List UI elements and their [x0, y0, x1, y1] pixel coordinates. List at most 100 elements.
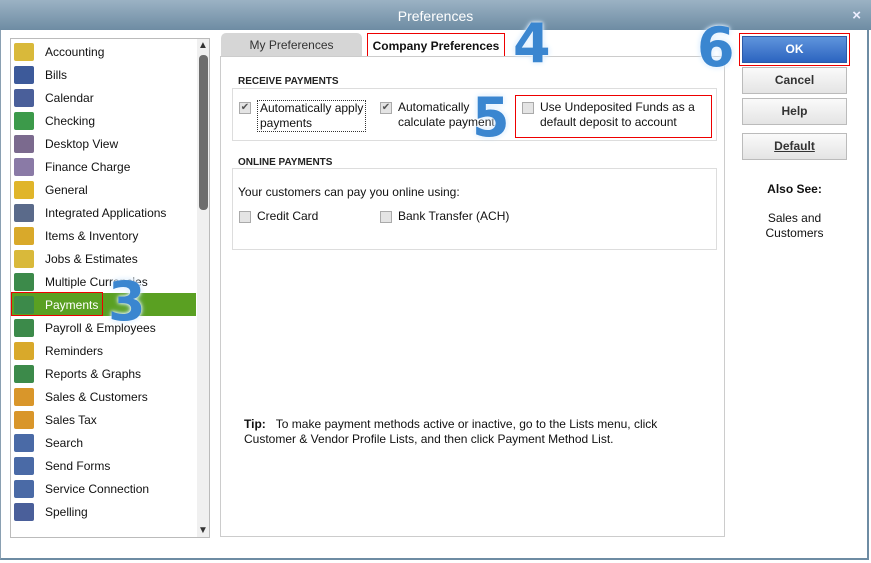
- sidebar-item-label: Items & Inventory: [45, 228, 139, 243]
- help-button[interactable]: Help: [742, 98, 847, 125]
- sidebar-item-label: Service Connection: [45, 481, 150, 496]
- auto-apply-checkbox[interactable]: ✔ Automatically apply payments: [239, 100, 367, 132]
- scroll-down-icon[interactable]: ▼: [198, 525, 208, 536]
- bank-transfer-label: Bank Transfer (ACH): [398, 209, 510, 223]
- scroll-thumb[interactable]: [199, 55, 208, 210]
- annotation-5: 5: [472, 86, 510, 149]
- bank-transfer-checkbox[interactable]: Bank Transfer (ACH): [380, 209, 509, 224]
- tip-line1: To make payment methods active or inacti…: [275, 417, 658, 431]
- send-forms-icon: [14, 456, 34, 475]
- sidebar-item[interactable]: Reminders: [11, 339, 196, 362]
- sidebar-item-label: Spelling: [45, 504, 88, 519]
- sidebar-item[interactable]: Accounting: [11, 40, 196, 63]
- sales-customers-icon: [14, 387, 34, 406]
- tab-my-preferences[interactable]: My Preferences: [221, 33, 362, 57]
- cancel-button[interactable]: Cancel: [742, 67, 847, 94]
- sidebar-item[interactable]: Search: [11, 431, 196, 454]
- checkmark-icon: ✔: [380, 102, 392, 114]
- general-icon: [14, 180, 34, 199]
- sidebar-item[interactable]: Reports & Graphs: [11, 362, 196, 385]
- credit-card-label: Credit Card: [257, 209, 319, 223]
- sidebar-item-label: Bills: [45, 67, 68, 82]
- sidebar-item[interactable]: Spelling: [11, 500, 196, 523]
- auto-apply-label2: payments: [260, 116, 313, 130]
- multiple-currencies-icon: [14, 272, 34, 291]
- default-button[interactable]: Default: [742, 133, 847, 160]
- calendar-icon: [14, 88, 34, 107]
- receive-payments-title: RECEIVE PAYMENTS: [235, 76, 342, 87]
- reports-graphs-icon: [14, 364, 34, 383]
- link-line1: Sales and: [767, 211, 822, 225]
- credit-card-checkbox[interactable]: Credit Card: [239, 209, 318, 224]
- also-see-title: Also See:: [767, 182, 822, 196]
- title-bar: Preferences ×: [0, 0, 871, 30]
- sidebar-item[interactable]: Multiple Currencies: [11, 270, 196, 293]
- sidebar-item[interactable]: Integrated Applications: [11, 201, 196, 224]
- sidebar-item[interactable]: Calendar: [11, 86, 196, 109]
- checkbox-box: [239, 211, 251, 223]
- annotation-6: 6: [697, 16, 735, 79]
- sidebar-item-label: Sales & Customers: [45, 389, 148, 404]
- sidebar-item[interactable]: Payroll & Employees: [11, 316, 196, 339]
- tip-label: Tip:: [244, 417, 266, 431]
- sidebar-item-label: Accounting: [45, 44, 105, 59]
- tip-line2: Customer & Vendor Profile Lists, and the…: [244, 432, 614, 446]
- sidebar-item-label: Desktop View: [45, 136, 119, 151]
- finance-charge-icon: [14, 157, 34, 176]
- sidebar-item[interactable]: Desktop View: [11, 132, 196, 155]
- sidebar-item-label: Calendar: [45, 90, 94, 105]
- tip-text: Tip: To make payment methods active or i…: [244, 417, 657, 447]
- sidebar-item[interactable]: Jobs & Estimates: [11, 247, 196, 270]
- sidebar-item-label: Finance Charge: [45, 159, 131, 174]
- window-title: Preferences: [397, 8, 474, 24]
- payroll-employees-icon: [14, 318, 34, 337]
- sidebar-item-label: Search: [45, 435, 84, 450]
- close-icon[interactable]: ×: [852, 0, 861, 32]
- service-connection-icon: [14, 479, 34, 498]
- sidebar-item[interactable]: Sales & Customers: [11, 385, 196, 408]
- checking-icon: [14, 111, 34, 130]
- online-payments-title: ONLINE PAYMENTS: [235, 157, 336, 168]
- highlight-box-payments: [11, 292, 103, 316]
- auto-calc-label1: Automatically: [398, 100, 470, 114]
- sales-customers-link[interactable]: Sales and Customers: [742, 211, 847, 241]
- sidebar-item-label: Checking: [45, 113, 96, 128]
- reminders-icon: [14, 341, 34, 360]
- sidebar-item-label: Sales Tax: [45, 412, 97, 427]
- checkmark-icon: ✔: [239, 102, 251, 114]
- checkbox-box: [522, 102, 534, 114]
- checkbox-box: [380, 211, 392, 223]
- annotation-4: 4: [513, 12, 551, 75]
- sidebar-item-label: Integrated Applications: [45, 205, 167, 220]
- jobs-estimates-icon: [14, 249, 34, 268]
- scrollbar[interactable]: ▲ ▼: [197, 39, 209, 537]
- accounting-icon: [14, 42, 34, 61]
- online-intro: Your customers can pay you online using:: [238, 185, 460, 199]
- sidebar-item[interactable]: Bills: [11, 63, 196, 86]
- spelling-icon: [14, 502, 34, 521]
- sidebar-item[interactable]: Sales Tax: [11, 408, 196, 431]
- undep-label2: default deposit to account: [540, 115, 677, 129]
- sidebar-item-label: Jobs & Estimates: [45, 251, 138, 266]
- integrated-applications-icon: [14, 203, 34, 222]
- undeposited-funds-checkbox[interactable]: Use Undeposited Funds as a default deposi…: [522, 100, 695, 130]
- sales-tax-icon: [14, 410, 34, 429]
- scroll-up-icon[interactable]: ▲: [198, 40, 208, 51]
- sidebar-item[interactable]: Items & Inventory: [11, 224, 196, 247]
- tab-company-preferences[interactable]: Company Preferences: [367, 33, 505, 57]
- annotation-3: 3: [108, 270, 146, 333]
- sidebar-item-label: General: [45, 182, 88, 197]
- sidebar-item[interactable]: Checking: [11, 109, 196, 132]
- sidebar-item-label: Send Forms: [45, 458, 111, 473]
- search-icon: [14, 433, 34, 452]
- sidebar-item[interactable]: Service Connection: [11, 477, 196, 500]
- ok-button[interactable]: OK: [739, 33, 850, 66]
- sidebar-item[interactable]: General: [11, 178, 196, 201]
- sidebar-item[interactable]: Finance Charge: [11, 155, 196, 178]
- auto-apply-label1: Automatically apply: [260, 101, 364, 115]
- link-line2: Customers: [765, 226, 824, 240]
- items-inventory-icon: [14, 226, 34, 245]
- sidebar-item-label: Reports & Graphs: [45, 366, 142, 381]
- sidebar-item[interactable]: Send Forms: [11, 454, 196, 477]
- sidebar-item-label: Reminders: [45, 343, 104, 358]
